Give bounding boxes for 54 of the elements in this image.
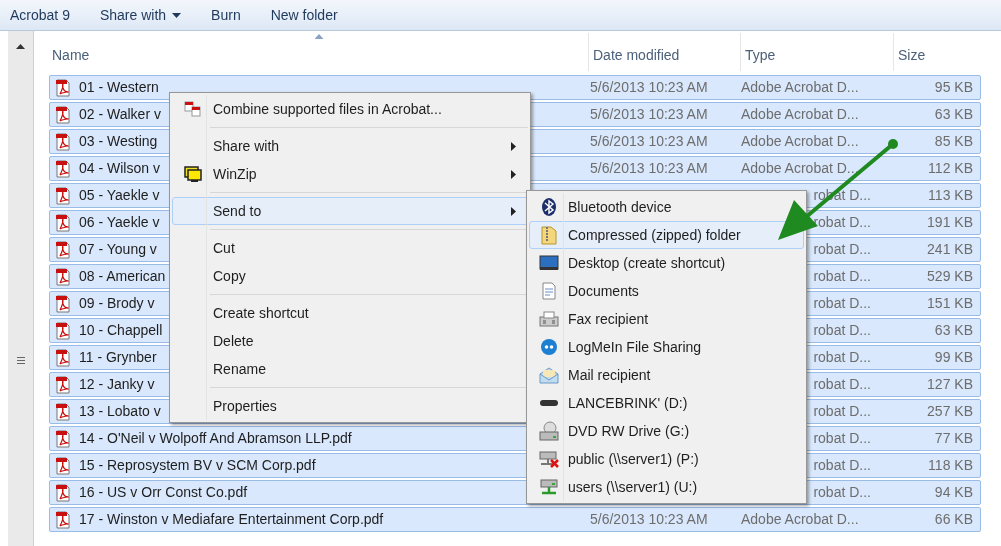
size-cell-text: 241 KB <box>926 240 974 259</box>
type-cell-text: robat D... <box>812 456 871 475</box>
type-cell-text: robat D... <box>812 267 871 286</box>
size-cell-text: 191 KB <box>926 213 974 232</box>
date-cell-text: 5/6/2013 10:23 AM <box>589 510 709 529</box>
size-cell-text: 95 KB <box>933 78 974 97</box>
file-name: 11 - Grynber <box>79 348 157 367</box>
size-cell-text: 257 KB <box>926 402 974 421</box>
type-cell-text: robat D... <box>812 348 871 367</box>
type-cell-text: robat D... <box>812 429 871 448</box>
type-cell-text: robat D... <box>812 483 871 502</box>
file-name: 01 - Western <box>79 78 159 97</box>
date-cell-text: 5/6/2013 10:23 AM <box>589 132 709 151</box>
file-name: 15 - Reprosystem BV v SCM Corp.pdf <box>79 456 316 475</box>
type-cell-text: robat D... <box>812 375 871 394</box>
size-cell-text: 63 KB <box>933 105 974 124</box>
file-name: 05 - Yaekle v <box>79 186 160 205</box>
size-cell-text: 99 KB <box>933 348 974 367</box>
size-cell-text: 85 KB <box>933 132 974 151</box>
date-cell-text: 5/6/2013 10:23 AM <box>589 78 709 97</box>
file-name: 07 - Young v <box>79 240 157 259</box>
type-cell-text: robat D... <box>812 240 871 259</box>
file-name: 08 - American <box>79 267 166 286</box>
size-cell-text: 118 KB <box>927 456 974 475</box>
file-name: 12 - Janky v <box>79 375 155 394</box>
type-cell-text: Adobe Acrobat D... <box>741 105 860 124</box>
date-cell-text: 5/6/2013 10:23 AM <box>589 159 709 178</box>
file-name: 16 - US v Orr Const Co.pdf <box>79 483 248 502</box>
file-name: 02 - Walker v <box>79 105 161 124</box>
file-name: 09 - Brody v <box>79 294 155 313</box>
size-cell-text: 66 KB <box>933 510 974 529</box>
size-cell-text: 113 KB <box>927 186 974 205</box>
date-cell-text: 5/6/2013 10:23 AM <box>589 105 709 124</box>
type-cell-text: Adobe Acrobat D... <box>741 132 860 151</box>
file-name: 06 - Yaekle v <box>79 213 160 232</box>
type-cell-text: Adobe Acrobat D... <box>741 510 860 529</box>
size-cell-text: 63 KB <box>933 321 974 340</box>
type-cell-text: Adobe Acrobat D... <box>741 159 860 178</box>
size-cell-text: 112 KB <box>927 159 974 178</box>
size-cell-text: 94 KB <box>933 483 974 502</box>
file-name: 17 - Winston v Mediafare Entertainment Corp.pdf <box>79 510 384 529</box>
size-cell-text: 127 KB <box>926 375 974 394</box>
file-name: 14 - O'Neil v Wolpoff And Abramson LLP.pdf <box>79 429 352 448</box>
type-cell-text: Adobe Acrobat D... <box>741 78 860 97</box>
size-cell-text: 529 KB <box>926 267 974 286</box>
file-name: 04 - Wilson v <box>79 159 160 178</box>
size-cell-text: 151 KB <box>926 294 974 313</box>
type-cell-text: robat D... <box>812 294 871 313</box>
type-cell-text: robat D... <box>812 321 871 340</box>
type-cell-text: robat D... <box>812 402 871 421</box>
file-name: 13 - Lobato v <box>79 402 161 421</box>
size-cell-text: 77 KB <box>933 429 974 448</box>
file-name: 10 - Chappell <box>79 321 163 340</box>
file-name: 03 - Westing <box>79 132 158 151</box>
